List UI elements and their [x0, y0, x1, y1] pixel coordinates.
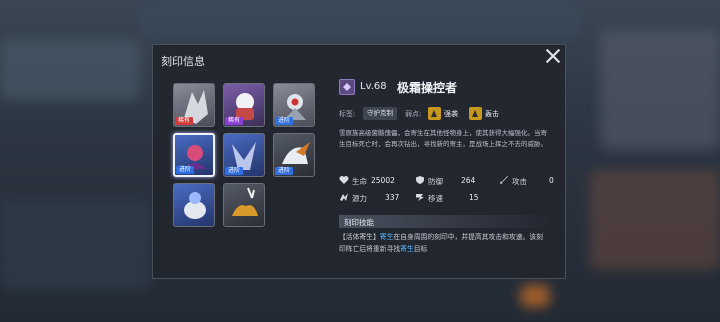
- panel-title: 刻印信息: [161, 55, 205, 68]
- imprint-card[interactable]: 进阶: [273, 83, 315, 127]
- card-badge: 进阶: [225, 167, 244, 175]
- imprint-card[interactable]: 进阶: [173, 133, 215, 177]
- imprint-card[interactable]: [173, 183, 215, 227]
- assault-icon: [428, 107, 441, 120]
- skill-header: 刻印技能: [339, 215, 554, 228]
- imprint-card[interactable]: 稀有: [223, 83, 265, 127]
- weak-label: 弱点:: [405, 110, 422, 118]
- bombard-icon: [469, 107, 482, 120]
- monster-portrait-icon: [184, 192, 206, 219]
- card-badge: 稀有: [225, 117, 244, 125]
- skill-description: 【活体寄生】寄生在自身周围的刻印中，并提高其攻击和攻速。该刻印阵亡后将重新寻找寄…: [339, 233, 543, 253]
- card-badge: 进阶: [275, 167, 294, 175]
- imprint-card[interactable]: 进阶: [223, 133, 265, 177]
- stat-hp: 生命 25002: [339, 175, 409, 187]
- imprint-card[interactable]: 进阶: [273, 133, 315, 177]
- speed-icon: [416, 194, 424, 201]
- monster-description: 雪原族高级菌骸傀儡，会寄生在其他怪物身上，使其获得大幅强化。当寄生目标死亡时，会…: [339, 129, 547, 148]
- imprint-card[interactable]: [223, 183, 265, 227]
- card-badge: 进阶: [176, 166, 195, 174]
- imprint-info-panel: 刻印信息 稀有 稀有 进阶 进阶 进阶 进阶 Lv.68 极霜操控者 标签: 守护克制 弱…: [152, 44, 566, 279]
- weak-2: 轰击: [485, 110, 499, 118]
- stat-source: 源力 337: [339, 192, 409, 204]
- stat-speed: 移速 15: [415, 192, 485, 204]
- source-power-icon: [340, 193, 348, 201]
- sword-icon: [500, 176, 508, 184]
- card-badge: 进阶: [275, 117, 294, 125]
- imprint-card[interactable]: 稀有: [173, 83, 215, 127]
- tags-row: 标签: 守护克制 弱点: 强袭 轰击: [339, 107, 554, 121]
- rank-icon: [339, 79, 355, 95]
- monster-portrait-icon: [232, 187, 258, 216]
- shield-icon: [416, 176, 424, 184]
- tag-label: 标签:: [339, 110, 356, 118]
- card-badge: 稀有: [175, 117, 194, 125]
- level-text: Lv.68: [360, 81, 387, 92]
- weak-1: 强袭: [444, 110, 458, 118]
- tag-chip: 守护克制: [363, 107, 397, 120]
- monster-name: 极霜操控者: [397, 81, 458, 95]
- stat-atk: 攻击 0: [499, 175, 559, 187]
- stat-def: 防御 264: [415, 175, 485, 187]
- heart-icon: [339, 176, 349, 184]
- close-icon[interactable]: [545, 48, 561, 64]
